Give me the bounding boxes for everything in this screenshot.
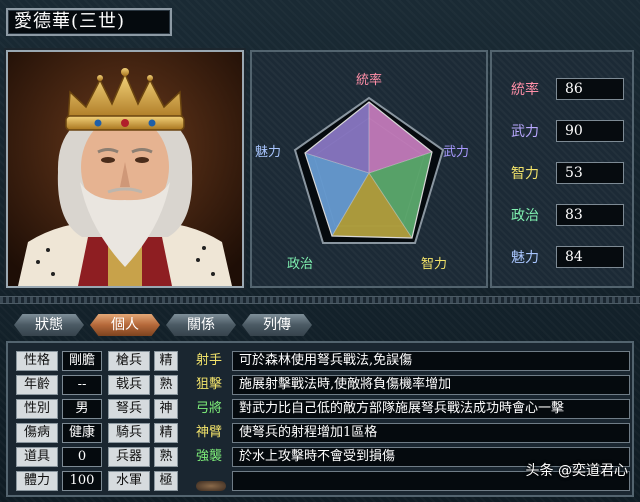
aptitude-label: 水軍 xyxy=(108,471,150,491)
aptitude-label: 槍兵 xyxy=(108,351,150,371)
personal-label: 年齡 xyxy=(16,375,58,395)
empty-skill-slot xyxy=(196,481,226,491)
aptitude-grade: 精 xyxy=(154,351,178,371)
ability-radar-chart: 統率 武力 智力 政治 魅力 xyxy=(250,50,488,288)
stat-value: 83 xyxy=(556,204,624,226)
aptitude-grade: 神 xyxy=(154,399,178,419)
personal-value: 100 xyxy=(62,471,102,491)
stat-value: 90 xyxy=(556,120,624,142)
radar-label-tongshuai: 統率 xyxy=(356,72,382,88)
radar-label-meili: 魅力 xyxy=(255,145,281,160)
tab-status[interactable]: 狀態 xyxy=(14,314,84,336)
radar-label-zhengzhi: 政治 xyxy=(287,257,313,272)
skill-description: 使弩兵的射程增加1區格 xyxy=(232,423,630,443)
skill-name[interactable]: 強襲 xyxy=(188,447,230,467)
aptitude-label: 戟兵 xyxy=(108,375,150,395)
stat-row-zhengzhi: 政治 83 xyxy=(502,204,626,228)
watermark-text: 头条 @奕道君心 xyxy=(525,463,628,479)
aptitude-grade: 熟 xyxy=(154,447,178,467)
personal-label: 傷病 xyxy=(16,423,58,443)
stat-label: 智力 xyxy=(511,166,539,182)
personal-value: -- xyxy=(62,375,102,395)
skill-description: 施展射擊戰法時,使敵將負傷機率增加 xyxy=(232,375,630,395)
aptitude-grade: 熟 xyxy=(154,375,178,395)
personal-label: 性別 xyxy=(16,399,58,419)
tab-biography[interactable]: 列傳 xyxy=(242,314,312,336)
stat-label: 武力 xyxy=(511,124,539,140)
ability-stats-panel: 統率 86 武力 90 智力 53 政治 83 魅力 84 xyxy=(490,50,634,288)
personal-value: 0 xyxy=(62,447,102,467)
personal-value: 男 xyxy=(62,399,102,419)
tab-relations[interactable]: 關係 xyxy=(166,314,236,336)
personal-value: 剛膽 xyxy=(62,351,102,371)
officer-detail-screen: 愛德華(三世) 統率 武力 智力 政治 魅力 統率 86 武力 90 智力 53… xyxy=(0,0,640,502)
stat-label: 統率 xyxy=(511,82,539,98)
stat-value: 53 xyxy=(556,162,624,184)
skill-description: 可於森林使用弩兵戰法,免誤傷 xyxy=(232,351,630,371)
personal-value: 健康 xyxy=(62,423,102,443)
stat-label: 魅力 xyxy=(511,250,539,266)
skill-name[interactable]: 狙擊 xyxy=(188,375,230,395)
officer-portrait xyxy=(6,50,244,288)
skill-name[interactable]: 射手 xyxy=(188,351,230,371)
stat-label: 政治 xyxy=(511,208,539,224)
aptitude-grade: 精 xyxy=(154,423,178,443)
tab-personal[interactable]: 個人 xyxy=(90,314,160,336)
stat-row-wuli: 武力 90 xyxy=(502,120,626,144)
aptitude-label: 弩兵 xyxy=(108,399,150,419)
stat-row-meili: 魅力 84 xyxy=(502,246,626,270)
personal-label: 性格 xyxy=(16,351,58,371)
stat-value: 86 xyxy=(556,78,624,100)
radar-label-zhili: 智力 xyxy=(421,257,447,272)
personal-label: 道具 xyxy=(16,447,58,467)
personal-label: 體力 xyxy=(16,471,58,491)
aptitude-label: 騎兵 xyxy=(108,423,150,443)
aptitude-grade: 極 xyxy=(154,471,178,491)
aptitude-label: 兵器 xyxy=(108,447,150,467)
stat-row-zhili: 智力 53 xyxy=(502,162,626,186)
skill-name[interactable]: 弓將 xyxy=(188,399,230,419)
skill-description: 對武力比自己低的敵方部隊施展弩兵戰法成功時會心一擊 xyxy=(232,399,630,419)
section-divider xyxy=(0,296,640,304)
officer-name: 愛德華(三世) xyxy=(6,8,172,36)
stat-value: 84 xyxy=(556,246,624,268)
stat-row-tongshuai: 統率 86 xyxy=(502,78,626,102)
skill-name[interactable]: 神臂 xyxy=(188,423,230,443)
info-tabbar: 狀態 個人 關係 列傳 xyxy=(0,309,640,339)
radar-label-wuli: 武力 xyxy=(443,145,469,160)
